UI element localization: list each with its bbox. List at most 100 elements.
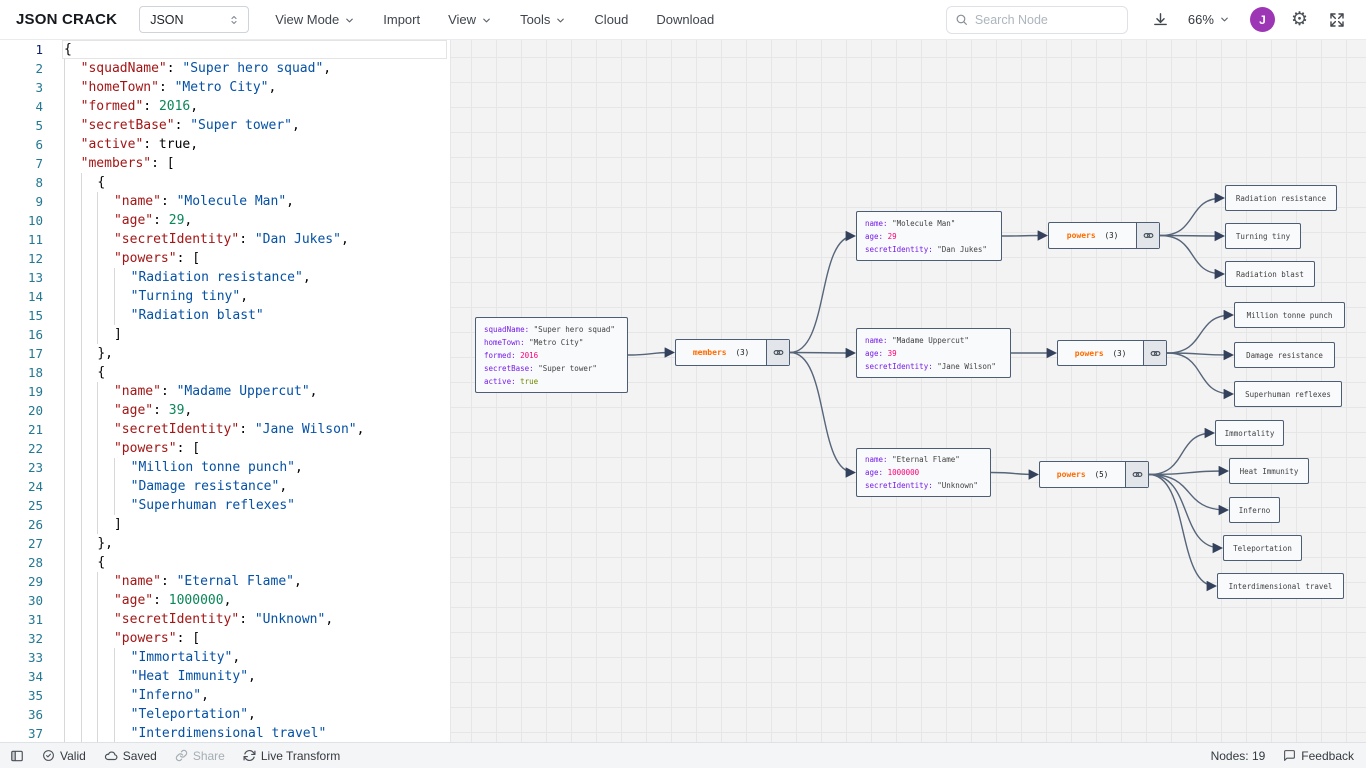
code-line[interactable]: {: [64, 173, 436, 192]
graph-node-l8[interactable]: Heat Immunity: [1229, 458, 1309, 484]
code-line[interactable]: "Immortality",: [64, 648, 436, 667]
download-image-button[interactable]: [1146, 5, 1176, 35]
code-line[interactable]: "powers": [: [64, 249, 436, 268]
line-number: 33: [0, 648, 50, 667]
code-line[interactable]: "powers": [: [64, 629, 436, 648]
indent-guide: [64, 496, 81, 515]
editor-code-area[interactable]: { "squadName": "Super hero squad", "home…: [64, 40, 436, 742]
code-line[interactable]: "Inferno",: [64, 686, 436, 705]
indent-guide: [64, 325, 81, 344]
graph-node-l3[interactable]: Radiation blast: [1225, 261, 1315, 287]
indent-guide: [97, 306, 114, 325]
menu-tools[interactable]: Tools: [520, 12, 566, 27]
code-line[interactable]: {: [64, 553, 436, 572]
graph-node-root[interactable]: squadName: "Super hero squad"homeTown: "…: [475, 317, 628, 393]
code-line[interactable]: "name": "Eternal Flame",: [64, 572, 436, 591]
code-line[interactable]: "secretIdentity": "Unknown",: [64, 610, 436, 629]
code-line[interactable]: "secretIdentity": "Jane Wilson",: [64, 420, 436, 439]
menu-download[interactable]: Download: [656, 12, 714, 27]
graph-node-l2[interactable]: Turning tiny: [1225, 223, 1301, 249]
graph-node-l1[interactable]: Radiation resistance: [1225, 185, 1337, 211]
menu-view-mode[interactable]: View Mode: [275, 12, 355, 27]
code-line[interactable]: "Damage resistance",: [64, 477, 436, 496]
menu-view[interactable]: View: [448, 12, 492, 27]
code-line[interactable]: "powers": [: [64, 439, 436, 458]
code-line[interactable]: "Interdimensional travel": [64, 724, 436, 742]
search-input[interactable]: [975, 13, 1119, 27]
search-node-box[interactable]: [946, 6, 1128, 34]
code-line[interactable]: "homeTown": "Metro City",: [64, 78, 436, 97]
graph-node-l10[interactable]: Teleportation: [1223, 535, 1302, 561]
user-avatar[interactable]: J: [1250, 7, 1275, 32]
share-button[interactable]: Share: [175, 749, 225, 763]
code-line[interactable]: "name": "Molecule Man",: [64, 192, 436, 211]
code-line[interactable]: "name": "Madame Uppercut",: [64, 382, 436, 401]
code-line[interactable]: "Superhuman reflexes": [64, 496, 436, 515]
indent-guide: [64, 420, 81, 439]
code-line[interactable]: "squadName": "Super hero squad",: [64, 59, 436, 78]
graph-node-l7[interactable]: Immortality: [1215, 420, 1284, 446]
settings-gear-icon[interactable]: ⚙: [1291, 10, 1308, 29]
graph-node-m2[interactable]: name: "Madame Uppercut"age: 39secretIden…: [856, 328, 1011, 378]
feedback-button[interactable]: Feedback: [1283, 749, 1354, 763]
line-number: 31: [0, 610, 50, 629]
live-transform-toggle[interactable]: Live Transform: [243, 749, 340, 763]
zoom-control[interactable]: 66%: [1188, 12, 1230, 27]
code-line[interactable]: },: [64, 534, 436, 553]
code-line[interactable]: "secretIdentity": "Dan Jukes",: [64, 230, 436, 249]
indent-guide: [81, 496, 98, 515]
graph-node-l9[interactable]: Inferno: [1229, 497, 1280, 523]
code-line[interactable]: "age": 29,: [64, 211, 436, 230]
graph-node-p1[interactable]: powers(3): [1048, 222, 1160, 249]
code-line[interactable]: "Heat Immunity",: [64, 667, 436, 686]
code-line[interactable]: "Million tonne punch",: [64, 458, 436, 477]
code-line[interactable]: "formed": 2016,: [64, 97, 436, 116]
indent-guide: [97, 591, 114, 610]
code-line[interactable]: "age": 1000000,: [64, 591, 436, 610]
graph-node-p3[interactable]: powers(5): [1039, 461, 1149, 488]
code-line[interactable]: "Turning tiny",: [64, 287, 436, 306]
code-line[interactable]: ]: [64, 515, 436, 534]
code-line[interactable]: ]: [64, 325, 436, 344]
expand-collapse-link-button[interactable]: [1136, 223, 1159, 248]
graph-canvas[interactable]: squadName: "Super hero squad"homeTown: "…: [450, 40, 1366, 742]
indent-guide: [64, 667, 81, 686]
link-icon: [773, 347, 784, 358]
graph-node-l6[interactable]: Superhuman reflexes: [1234, 381, 1342, 407]
code-line[interactable]: "Teleportation",: [64, 705, 436, 724]
expand-collapse-link-button[interactable]: [1143, 341, 1166, 365]
code-line[interactable]: "Radiation resistance",: [64, 268, 436, 287]
code-line[interactable]: "Radiation blast": [64, 306, 436, 325]
line-number: 30: [0, 591, 50, 610]
code-line[interactable]: {: [64, 363, 436, 382]
graph-node-l11[interactable]: Interdimensional travel: [1217, 573, 1344, 599]
expand-collapse-link-button[interactable]: [766, 340, 789, 365]
format-select[interactable]: JSON: [139, 6, 249, 33]
code-line[interactable]: "members": [: [64, 154, 436, 173]
node-row: age: 29: [865, 230, 993, 243]
line-number: 19: [0, 382, 50, 401]
graph-node-l4[interactable]: Million tonne punch: [1234, 302, 1345, 328]
indent-guide: [81, 306, 98, 325]
expand-collapse-link-button[interactable]: [1125, 462, 1148, 487]
graph-node-m3[interactable]: name: "Eternal Flame"age: 1000000secretI…: [856, 448, 991, 497]
code-line[interactable]: "secretBase": "Super tower",: [64, 116, 436, 135]
code-line[interactable]: "active": true,: [64, 135, 436, 154]
graph-node-p2[interactable]: powers(3): [1057, 340, 1167, 366]
code-line[interactable]: "age": 39,: [64, 401, 436, 420]
menu-import[interactable]: Import: [383, 12, 420, 27]
saved-status[interactable]: Saved: [104, 749, 157, 763]
graph-node-m1[interactable]: name: "Molecule Man"age: 29secretIdentit…: [856, 211, 1002, 261]
node-row: squadName: "Super hero squad": [484, 323, 619, 336]
leaf-node-text: Million tonne punch: [1247, 311, 1333, 320]
toggle-editor-panel-button[interactable]: [10, 749, 24, 763]
code-line[interactable]: },: [64, 344, 436, 363]
menu-cloud[interactable]: Cloud: [594, 12, 628, 27]
json-editor[interactable]: 1234567891011121314151617181920212223242…: [0, 40, 450, 742]
fullscreen-button[interactable]: [1322, 5, 1352, 35]
line-number: 12: [0, 249, 50, 268]
code-line[interactable]: {: [64, 40, 436, 59]
indent-guide: [114, 287, 131, 306]
graph-node-members[interactable]: members(3): [675, 339, 790, 366]
graph-node-l5[interactable]: Damage resistance: [1234, 342, 1335, 368]
